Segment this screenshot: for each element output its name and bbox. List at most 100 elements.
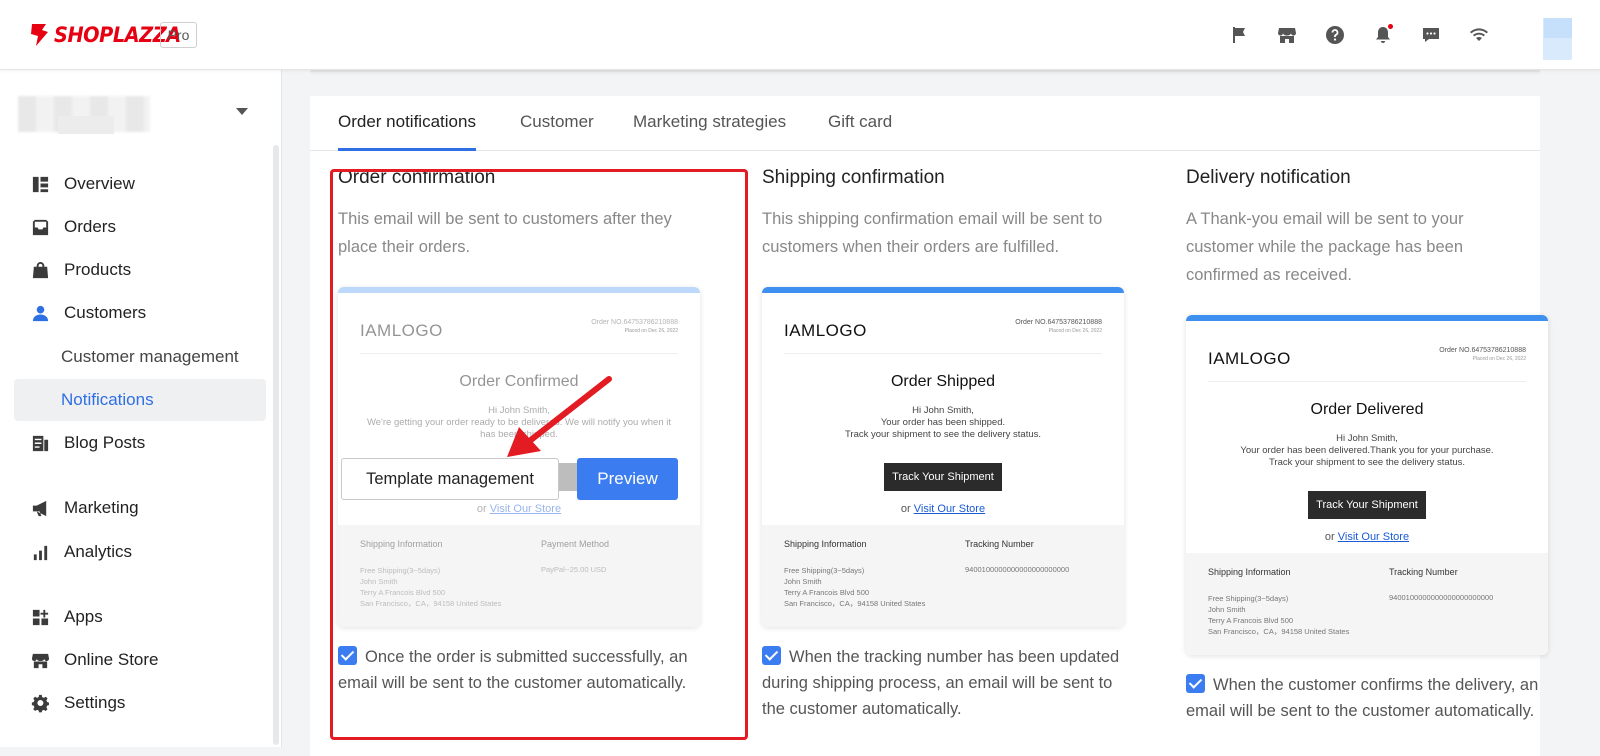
avatar[interactable] [1524, 18, 1572, 60]
email-heading: Order Shipped [890, 373, 996, 390]
shipping-line: San Francisco，CA，94158 United States [1208, 627, 1350, 636]
notification-tabs: Order notifications Customer Marketing s… [310, 96, 1540, 151]
help-icon[interactable] [1322, 22, 1348, 48]
email-logo: IAMLOGO [1208, 349, 1291, 368]
email-order-number: Order NO.64753786210888 [591, 319, 678, 326]
marketing-icon [30, 498, 50, 518]
shipping-line: Terry A Francois Blvd 500 [784, 588, 870, 597]
orders-icon [30, 217, 50, 237]
blog-icon [30, 433, 50, 453]
sidebar-item-customers[interactable]: Customers [14, 292, 266, 334]
sidebar-item-label: Analytics [64, 542, 133, 561]
sidebar-item-products[interactable]: Products [14, 249, 266, 291]
preview-button[interactable]: Preview [577, 458, 678, 500]
template-management-button[interactable]: Template management [341, 458, 559, 500]
divider [784, 353, 1102, 354]
brand-mark-icon [31, 24, 48, 46]
email-logo: IAMLOGO [784, 321, 867, 340]
section-title: Delivery notification [1186, 167, 1351, 188]
previous-panel-edge [310, 70, 1540, 72]
sidebar-item-orders[interactable]: Orders [14, 206, 266, 248]
section-description: This email will be sent to customers aft… [338, 210, 672, 256]
email-body: Hi John Smith, Your order has been deliv… [1186, 433, 1548, 469]
visit-store-link: Visit Our Store [913, 503, 986, 515]
email-heading: Order Delivered [1310, 401, 1424, 418]
delivery-notification-section: Delivery notification A Thank-you email … [1186, 167, 1546, 289]
auto-send-checkbox[interactable] [762, 646, 781, 665]
visit-prefix: or [900, 503, 911, 515]
apps-icon [30, 607, 50, 627]
tab-order-notifications[interactable]: Order notifications [338, 112, 476, 151]
tracking-number-value: 9400100000000000000000000 [1389, 593, 1494, 602]
shipping-info-heading: Shipping Information [1208, 567, 1291, 577]
auto-send-checkbox[interactable] [1186, 674, 1205, 693]
sidebar-subitem-notifications[interactable]: Notifications [14, 379, 266, 421]
flag-icon[interactable] [1226, 22, 1252, 48]
plan-badge: Pro [160, 22, 197, 48]
tab-marketing-strategies[interactable]: Marketing strategies [633, 112, 786, 151]
sidebar-item-blog-posts[interactable]: Blog Posts [14, 422, 266, 464]
email-footer: Shipping Information Tracking Number Fre… [1186, 553, 1548, 655]
notifications-panel: Order notifications Customer Marketing s… [310, 96, 1548, 756]
auto-send-option[interactable]: When the tracking number has been update… [762, 644, 1132, 722]
tracking-number-value: 9400100000000000000000000 [965, 565, 1070, 574]
shipping-info-lines: Free Shipping(3~5days) John Smith Terry … [784, 565, 925, 609]
bell-icon[interactable] [1370, 22, 1396, 48]
sidebar-item-label: Overview [64, 174, 135, 193]
chevron-down-icon[interactable] [236, 108, 248, 115]
store-url-blurred [58, 116, 114, 134]
tab-customer[interactable]: Customer [520, 112, 594, 151]
sidebar-subitem-customer-management[interactable]: Customer management [14, 336, 266, 378]
section-title: Shipping confirmation [762, 167, 945, 188]
sidebar-item-apps[interactable]: Apps [14, 596, 266, 638]
sidebar-item-label: Apps [64, 607, 103, 626]
track-shipment-button: Track Your Shipment [884, 463, 1002, 491]
auto-send-option[interactable]: When the customer confirms the delivery,… [1186, 672, 1546, 724]
sidebar-item-settings[interactable]: Settings [14, 682, 266, 724]
divider [360, 353, 678, 354]
notification-dot [1388, 24, 1393, 29]
sidebar: Overview Orders Products Customers Custo… [0, 70, 282, 747]
payment-method-value: PayPal--25.00 USD [541, 565, 607, 574]
email-placed-date: Placed on Dec 26, 2022 [624, 328, 678, 334]
wifi-icon[interactable] [1466, 22, 1492, 48]
auto-send-label: Once the order is submitted successfully… [338, 648, 688, 692]
tab-gift-card[interactable]: Gift card [828, 112, 892, 151]
sidebar-item-label: Orders [64, 217, 116, 236]
chat-icon[interactable] [1418, 22, 1444, 48]
auto-send-checkbox[interactable] [338, 646, 357, 665]
email-preview-card[interactable]: IAMLOGO Order NO.64753786210888 Placed o… [1186, 315, 1548, 655]
sidebar-item-label: Online Store [64, 650, 159, 669]
sidebar-item-analytics[interactable]: Analytics [14, 531, 266, 573]
shipping-line: San Francisco，CA，94158 United States [360, 599, 502, 608]
products-icon [30, 260, 50, 280]
sidebar-scrollbar[interactable] [273, 145, 279, 745]
auto-send-option[interactable]: Once the order is submitted successfully… [338, 644, 708, 696]
shipping-line: Terry A Francois Blvd 500 [360, 588, 446, 597]
top-icons [1226, 22, 1492, 48]
shipping-line: San Francisco，CA，94158 United States [784, 599, 926, 608]
payment-method-heading: Payment Method [541, 539, 610, 549]
shipping-info-heading: Shipping Information [360, 539, 443, 549]
sidebar-item-label: Settings [64, 693, 126, 712]
store-icon[interactable] [1274, 22, 1300, 48]
section-description: This shipping confirmation email will be… [762, 210, 1103, 256]
email-visit-store: or Visit Our Store [1186, 531, 1548, 543]
shipping-line: John Smith [784, 577, 822, 586]
sidebar-item-overview[interactable]: Overview [14, 163, 266, 205]
divider [1208, 381, 1526, 382]
email-placed-date: Placed on Dec 26, 2022 [1472, 356, 1526, 362]
email-preview-card[interactable]: IAMLOGO Order NO.64753786210888 Placed o… [762, 287, 1124, 627]
sidebar-item-online-store[interactable]: Online Store [14, 639, 266, 681]
email-message: Your order has been delivered.Thank you … [1240, 445, 1494, 456]
shipping-line: John Smith [360, 577, 398, 586]
overview-icon [30, 174, 50, 194]
email-body: Hi John Smith, Your order has been shipp… [762, 405, 1124, 441]
sidebar-item-marketing[interactable]: Marketing [14, 487, 266, 529]
email-order-number: Order NO.64753786210888 [1015, 319, 1102, 326]
analytics-icon [30, 542, 50, 562]
store-switcher[interactable] [18, 96, 258, 136]
shipping-info-heading: Shipping Information [784, 539, 867, 549]
email-visit-store: or Visit Our Store [338, 503, 700, 515]
email-placed-date: Placed on Dec 26, 2022 [1048, 328, 1102, 334]
